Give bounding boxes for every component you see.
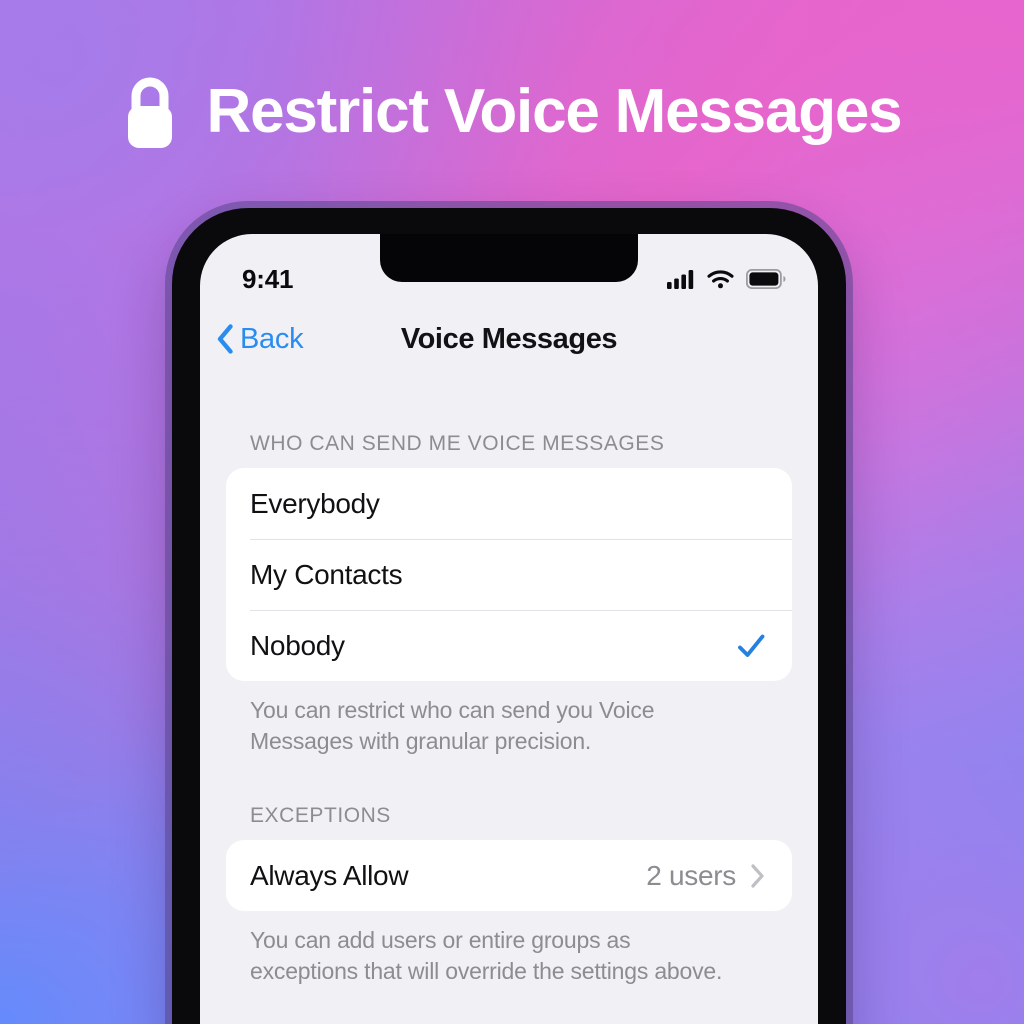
- phone-screen: 9:41 Back Voice Messages WHO CAN SEND ME…: [200, 234, 818, 1024]
- battery-icon: [746, 269, 786, 289]
- option-label: My Contacts: [250, 558, 403, 590]
- headline: Restrict Voice Messages: [0, 72, 1024, 152]
- option-row-everybody[interactable]: Everybody: [226, 468, 792, 539]
- cellular-signal-icon: [667, 270, 694, 289]
- back-button[interactable]: Back: [216, 322, 304, 356]
- option-accessory: [736, 631, 766, 661]
- section-header-exceptions: EXCEPTIONS: [250, 804, 391, 828]
- exceptions-card: Always Allow 2 users: [226, 840, 792, 912]
- privacy-options-card: Everybody My Contacts Nobody: [226, 468, 792, 681]
- row-always-allow[interactable]: Always Allow 2 users: [226, 840, 792, 911]
- section-footer-exceptions: You can add users or entire groups as ex…: [250, 927, 723, 984]
- promo-graphic: Restrict Voice Messages 9:41 Back Voice …: [0, 0, 1024, 1024]
- status-time: 9:41: [242, 263, 294, 294]
- lock-icon: [127, 77, 172, 148]
- phone-frame: 9:41 Back Voice Messages WHO CAN SEND ME…: [172, 208, 846, 1024]
- settings-content: WHO CAN SEND ME VOICE MESSAGES Everybody…: [200, 374, 818, 1024]
- section-header-privacy: WHO CAN SEND ME VOICE MESSAGES: [250, 432, 665, 455]
- row-accessory: 2 users: [646, 860, 766, 892]
- status-icons: [667, 269, 786, 289]
- status-bar: 9:41: [200, 234, 818, 306]
- headline-title: Restrict Voice Messages: [206, 77, 903, 146]
- chevron-right-icon: [751, 864, 764, 888]
- option-label: Nobody: [250, 629, 345, 661]
- section-footer-privacy: You can restrict who can send you Voice …: [250, 697, 655, 754]
- row-label: Always Allow: [250, 859, 409, 891]
- nav-bar: Back Voice Messages: [200, 308, 818, 370]
- row-value: 2 users: [646, 859, 736, 891]
- option-label: Everybody: [250, 487, 380, 519]
- wifi-icon: [707, 270, 734, 289]
- option-row-nobody[interactable]: Nobody: [226, 610, 792, 681]
- back-button-label: Back: [240, 322, 304, 355]
- option-row-my-contacts[interactable]: My Contacts: [226, 539, 792, 610]
- chevron-left-icon: [217, 324, 233, 354]
- checkmark-icon: [738, 634, 765, 657]
